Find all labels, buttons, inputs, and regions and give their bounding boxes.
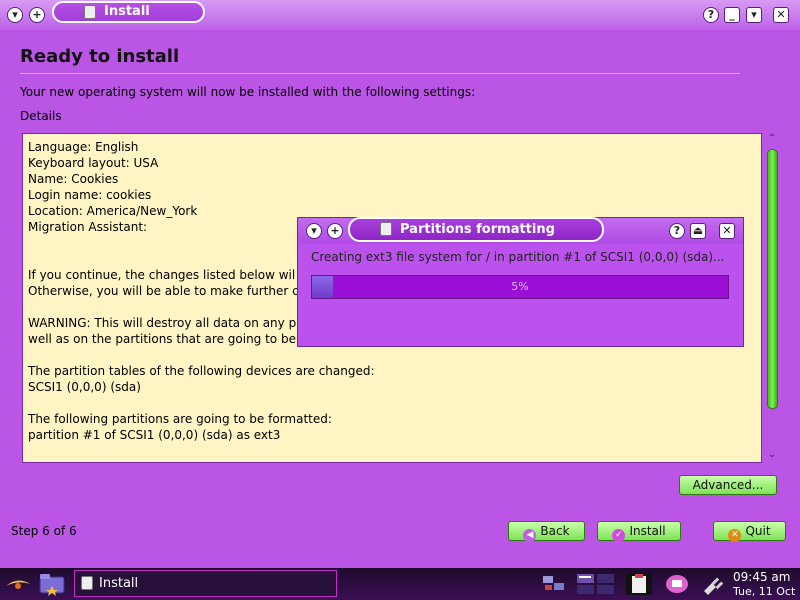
details-line: Language: English: [28, 140, 139, 154]
details-scrollbar[interactable]: ⌃ ⌄: [764, 133, 780, 463]
scroll-down-icon[interactable]: ⌄: [764, 449, 780, 461]
scroll-up-icon[interactable]: ⌃: [764, 133, 780, 145]
dialog-title-pill: Partitions formatting: [348, 217, 604, 242]
details-line: [28, 347, 756, 363]
window-title: Install: [104, 4, 150, 19]
cancel-x-icon: ✕: [728, 529, 742, 542]
dialog-close-icon[interactable]: ✕: [719, 223, 735, 239]
package-icon: [84, 5, 96, 19]
formatting-progress-bar: 5%: [311, 275, 729, 299]
taskbar-package-icon: [81, 576, 93, 590]
partitions-formatting-dialog: ▾ + Partitions formatting ? ⏏ ✕ Creating…: [297, 217, 744, 347]
dialog-title: Partitions formatting: [400, 222, 555, 237]
dialog-titlebar[interactable]: ▾ + Partitions formatting ? ⏏ ✕: [298, 217, 743, 244]
clock-time[interactable]: 09:45 am: [733, 570, 790, 584]
details-line: The partition tables of the following de…: [28, 364, 375, 378]
minimize-icon[interactable]: _: [724, 7, 740, 23]
taskbar-item-label: Install: [99, 576, 139, 591]
clock-date[interactable]: Tue, 11 Oct: [733, 585, 795, 598]
taskbar: Install: [0, 568, 800, 600]
help-icon[interactable]: ?: [703, 7, 719, 23]
details-line: [28, 395, 756, 411]
advanced-button[interactable]: Advanced...: [679, 475, 777, 495]
dialog-package-icon: [380, 222, 392, 236]
chat-bubble-icon[interactable]: [664, 573, 688, 595]
details-line: SCSI1 (0,0,0) (sda): [28, 380, 141, 394]
quit-label: Quit: [745, 524, 771, 538]
details-line: The following partitions are going to be…: [28, 412, 332, 426]
back-button[interactable]: ◀ Back: [508, 521, 585, 542]
formatting-message: Creating ext3 file system for / in parti…: [311, 250, 725, 264]
taskbar-item-install[interactable]: Install: [74, 570, 337, 597]
details-line: Name: Cookies: [28, 172, 119, 186]
start-menu-icon[interactable]: [4, 574, 32, 594]
details-label: Details: [20, 109, 62, 123]
sticky-plus-icon[interactable]: +: [29, 7, 45, 23]
back-label: Back: [540, 524, 570, 538]
dialog-shade-icon[interactable]: ⏏: [690, 223, 706, 239]
window-titlebar[interactable]: ▾ + Install ? _ ▾ ✕: [0, 0, 800, 30]
dialog-menu-down-icon[interactable]: ▾: [306, 223, 322, 239]
scroll-thumb[interactable]: [767, 149, 778, 409]
power-plug-icon[interactable]: [700, 573, 724, 595]
maximize-icon[interactable]: ▾: [746, 7, 762, 23]
intro-text: Your new operating system will now be in…: [20, 85, 476, 99]
dialog-help-icon[interactable]: ?: [669, 223, 685, 239]
close-icon[interactable]: ✕: [773, 7, 789, 23]
dialog-sticky-plus-icon[interactable]: +: [327, 223, 343, 239]
details-line: Keyboard layout: USA: [28, 156, 159, 170]
file-manager-icon[interactable]: [38, 572, 68, 596]
install-button[interactable]: ✓ Install: [597, 521, 681, 542]
clipboard-icon[interactable]: [626, 573, 652, 595]
page-title: Ready to install: [20, 46, 180, 67]
quit-button[interactable]: ✕ Quit: [713, 521, 786, 542]
step-indicator: Step 6 of 6: [11, 524, 77, 538]
network-devices-icon[interactable]: [542, 573, 566, 595]
details-line: Login name: cookies: [28, 188, 152, 202]
install-label: Install: [629, 524, 666, 538]
title-divider: [20, 73, 740, 74]
checkmark-icon: ✓: [612, 529, 626, 542]
workspace-switcher-icon[interactable]: [576, 573, 614, 595]
progress-percent: 5%: [511, 280, 529, 293]
window-title-pill: Install: [52, 1, 205, 23]
menu-down-icon[interactable]: ▾: [7, 7, 23, 23]
details-line: partition #1 of SCSI1 (0,0,0) (sda) as e…: [28, 428, 281, 442]
back-arrow-icon: ◀: [523, 529, 537, 542]
